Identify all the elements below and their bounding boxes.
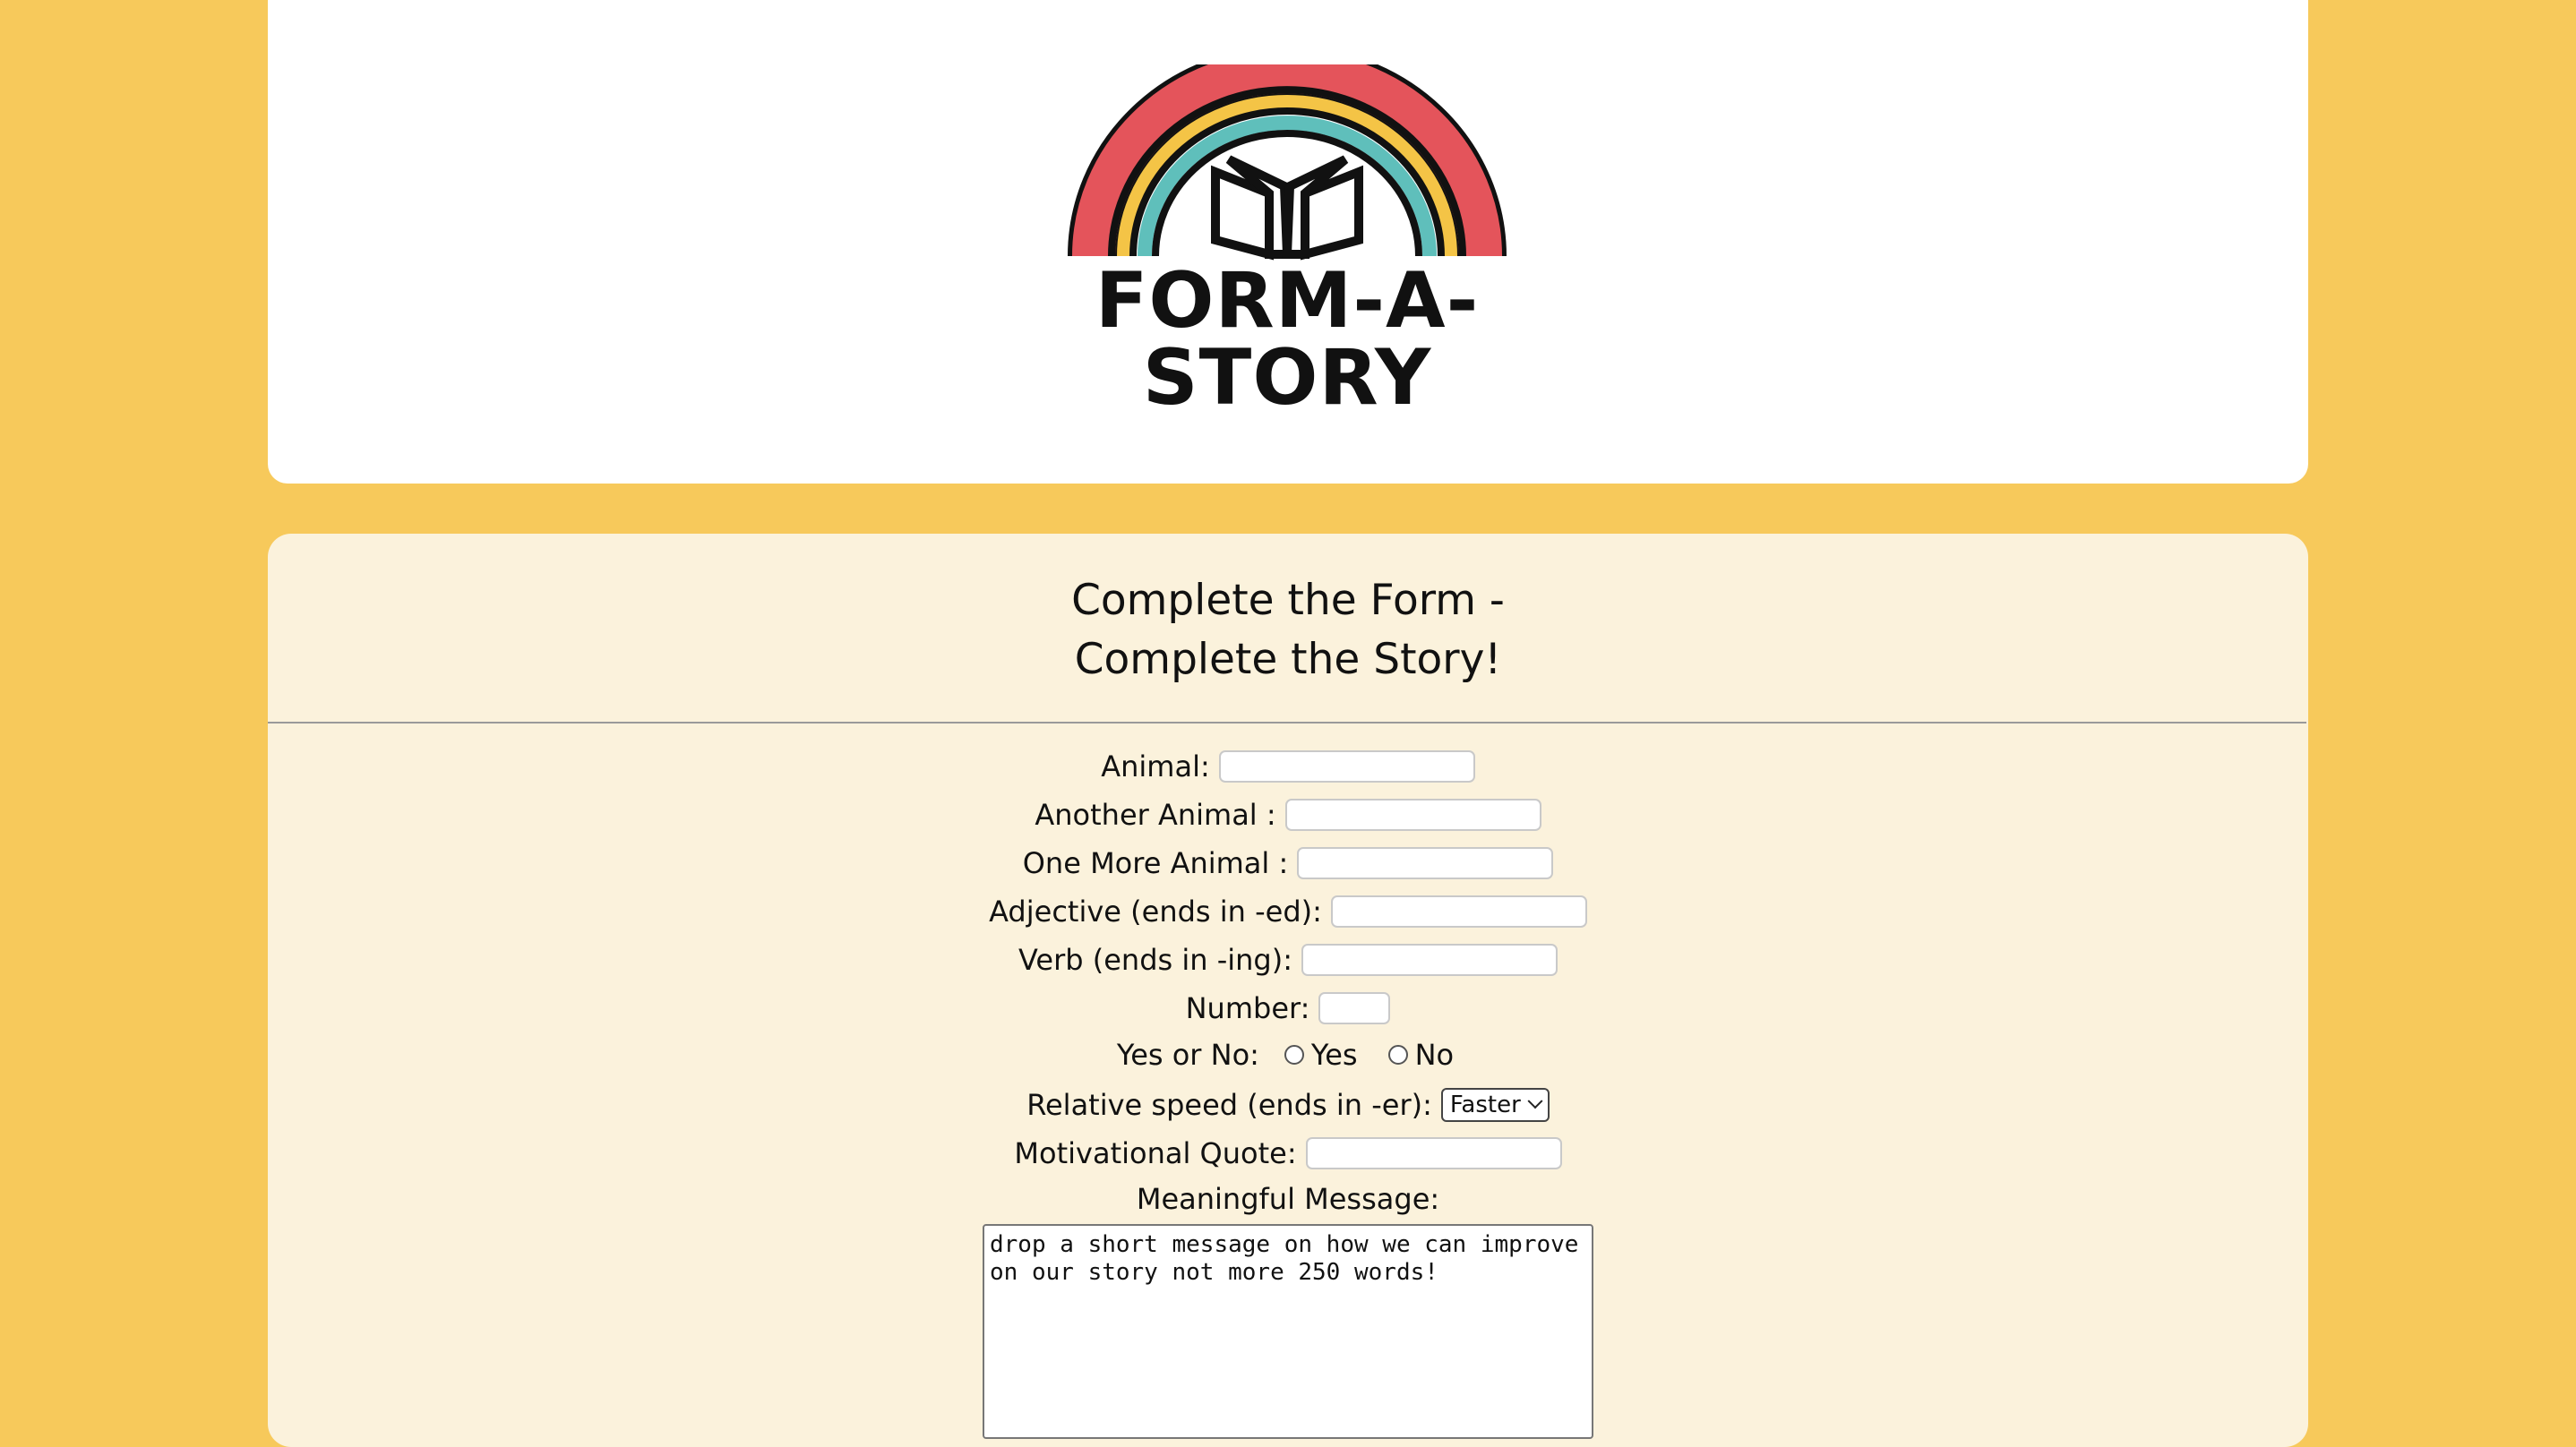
verb-input[interactable]	[1301, 944, 1558, 976]
page-title-line-2: Complete the Story!	[1074, 635, 1502, 684]
one-more-animal-input[interactable]	[1297, 847, 1554, 879]
motivational-quote-input[interactable]	[1305, 1137, 1562, 1169]
verb-row: Verb (ends in -ing):	[0, 940, 2576, 980]
adjective-label: Adjective (ends in -ed):	[989, 895, 1322, 929]
no-radio[interactable]	[1387, 1045, 1408, 1065]
one-more-animal-label: One More Animal :	[1022, 846, 1289, 880]
yes-or-no-row: Yes or No: Yes No	[0, 1035, 2576, 1075]
relative-speed-selected: Faster	[1449, 1092, 1521, 1118]
yes-radio-label: Yes	[1310, 1038, 1358, 1072]
number-row: Number:	[0, 989, 2576, 1028]
relative-speed-label: Relative speed (ends in -er):	[1026, 1088, 1432, 1122]
motivational-quote-row: Motivational Quote:	[0, 1134, 2576, 1173]
number-label: Number:	[1185, 991, 1310, 1025]
animal-input[interactable]	[1218, 750, 1475, 783]
verb-label: Verb (ends in -ing):	[1018, 943, 1292, 977]
another-animal-row: Another Animal :	[0, 795, 2576, 835]
relative-speed-row: Relative speed (ends in -er): Faster	[0, 1085, 2576, 1125]
adjective-row: Adjective (ends in -ed):	[0, 892, 2576, 931]
number-input[interactable]	[1318, 992, 1391, 1024]
rainbow-book-icon	[1068, 64, 1507, 261]
logo-text: FORM-A-STORY	[1095, 256, 1480, 423]
page-title-line-1: Complete the Form -	[1071, 576, 1505, 625]
relative-speed-select[interactable]: Faster	[1440, 1088, 1550, 1122]
chevron-down-icon	[1527, 1093, 1543, 1109]
another-animal-input[interactable]	[1284, 799, 1541, 831]
title-divider	[268, 722, 2306, 724]
animal-row: Animal:	[0, 747, 2576, 786]
page-title: Complete the Form - Complete the Story!	[0, 571, 2576, 689]
yes-or-no-label: Yes or No:	[1116, 1038, 1259, 1072]
one-more-animal-row: One More Animal :	[0, 843, 2576, 883]
logo: FORM-A-STORY	[983, 64, 1592, 416]
animal-label: Animal:	[1101, 749, 1210, 783]
adjective-input[interactable]	[1330, 895, 1587, 928]
yes-radio[interactable]	[1284, 1045, 1304, 1065]
another-animal-label: Another Animal :	[1035, 798, 1276, 832]
meaningful-message-label: Meaningful Message:	[1136, 1182, 1440, 1216]
motivational-quote-label: Motivational Quote:	[1014, 1136, 1297, 1170]
meaningful-message-textarea[interactable]: drop a short message on how we can impro…	[983, 1224, 1593, 1439]
no-radio-label: No	[1414, 1038, 1455, 1072]
